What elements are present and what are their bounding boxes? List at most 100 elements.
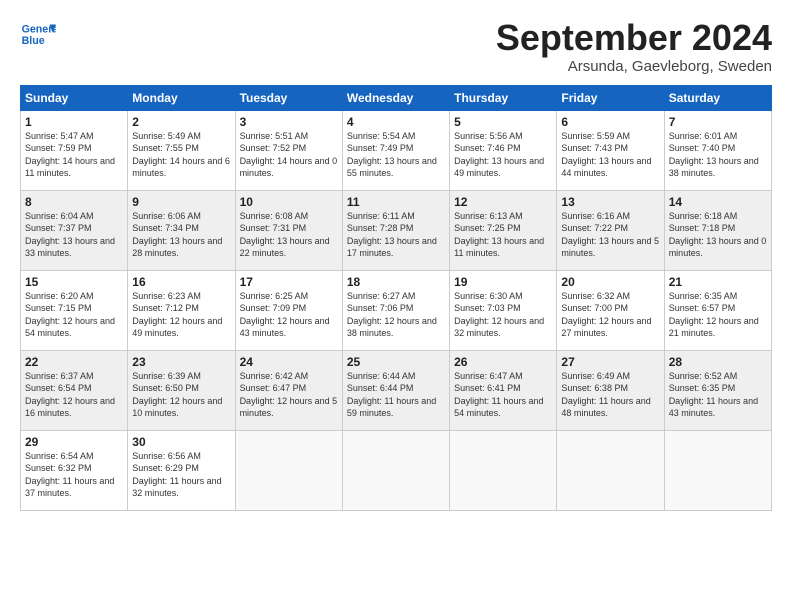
day-info: Sunrise: 6:44 AMSunset: 6:44 PMDaylight:… bbox=[347, 371, 436, 419]
day-cell: 22 Sunrise: 6:37 AMSunset: 6:54 PMDaylig… bbox=[21, 350, 128, 430]
day-info: Sunrise: 5:59 AMSunset: 7:43 PMDaylight:… bbox=[561, 131, 651, 179]
day-info: Sunrise: 6:42 AMSunset: 6:47 PMDaylight:… bbox=[240, 371, 338, 419]
week-row-1: 1 Sunrise: 5:47 AMSunset: 7:59 PMDayligh… bbox=[21, 110, 772, 190]
day-number: 29 bbox=[25, 435, 123, 449]
day-info: Sunrise: 5:56 AMSunset: 7:46 PMDaylight:… bbox=[454, 131, 544, 179]
day-number: 27 bbox=[561, 355, 659, 369]
day-cell: 9 Sunrise: 6:06 AMSunset: 7:34 PMDayligh… bbox=[128, 190, 235, 270]
day-cell bbox=[557, 430, 664, 510]
day-info: Sunrise: 6:08 AMSunset: 7:31 PMDaylight:… bbox=[240, 211, 330, 259]
day-info: Sunrise: 6:27 AMSunset: 7:06 PMDaylight:… bbox=[347, 291, 437, 339]
day-info: Sunrise: 5:51 AMSunset: 7:52 PMDaylight:… bbox=[240, 131, 338, 179]
day-number: 4 bbox=[347, 115, 445, 129]
day-cell: 29 Sunrise: 6:54 AMSunset: 6:32 PMDaylig… bbox=[21, 430, 128, 510]
day-cell: 13 Sunrise: 6:16 AMSunset: 7:22 PMDaylig… bbox=[557, 190, 664, 270]
day-number: 5 bbox=[454, 115, 552, 129]
weekday-header-row: Sunday Monday Tuesday Wednesday Thursday… bbox=[21, 85, 772, 110]
day-number: 24 bbox=[240, 355, 338, 369]
day-info: Sunrise: 6:06 AMSunset: 7:34 PMDaylight:… bbox=[132, 211, 222, 259]
day-number: 26 bbox=[454, 355, 552, 369]
day-info: Sunrise: 6:30 AMSunset: 7:03 PMDaylight:… bbox=[454, 291, 544, 339]
day-number: 8 bbox=[25, 195, 123, 209]
day-info: Sunrise: 6:01 AMSunset: 7:40 PMDaylight:… bbox=[669, 131, 759, 179]
day-cell: 14 Sunrise: 6:18 AMSunset: 7:18 PMDaylig… bbox=[664, 190, 771, 270]
month-title: September 2024 bbox=[496, 18, 772, 58]
day-number: 13 bbox=[561, 195, 659, 209]
day-cell: 16 Sunrise: 6:23 AMSunset: 7:12 PMDaylig… bbox=[128, 270, 235, 350]
week-row-2: 8 Sunrise: 6:04 AMSunset: 7:37 PMDayligh… bbox=[21, 190, 772, 270]
header-saturday: Saturday bbox=[664, 85, 771, 110]
day-cell: 15 Sunrise: 6:20 AMSunset: 7:15 PMDaylig… bbox=[21, 270, 128, 350]
day-cell: 7 Sunrise: 6:01 AMSunset: 7:40 PMDayligh… bbox=[664, 110, 771, 190]
day-info: Sunrise: 6:04 AMSunset: 7:37 PMDaylight:… bbox=[25, 211, 115, 259]
day-info: Sunrise: 6:16 AMSunset: 7:22 PMDaylight:… bbox=[561, 211, 659, 259]
day-number: 30 bbox=[132, 435, 230, 449]
day-cell: 10 Sunrise: 6:08 AMSunset: 7:31 PMDaylig… bbox=[235, 190, 342, 270]
day-cell: 17 Sunrise: 6:25 AMSunset: 7:09 PMDaylig… bbox=[235, 270, 342, 350]
day-cell: 4 Sunrise: 5:54 AMSunset: 7:49 PMDayligh… bbox=[342, 110, 449, 190]
week-row-4: 22 Sunrise: 6:37 AMSunset: 6:54 PMDaylig… bbox=[21, 350, 772, 430]
day-cell: 20 Sunrise: 6:32 AMSunset: 7:00 PMDaylig… bbox=[557, 270, 664, 350]
day-number: 21 bbox=[669, 275, 767, 289]
header-wednesday: Wednesday bbox=[342, 85, 449, 110]
svg-text:Blue: Blue bbox=[22, 35, 45, 47]
day-number: 1 bbox=[25, 115, 123, 129]
day-cell: 21 Sunrise: 6:35 AMSunset: 6:57 PMDaylig… bbox=[664, 270, 771, 350]
day-cell bbox=[664, 430, 771, 510]
page: General Blue September 2024 Arsunda, Gae… bbox=[0, 0, 792, 612]
day-info: Sunrise: 5:47 AMSunset: 7:59 PMDaylight:… bbox=[25, 131, 115, 179]
day-number: 25 bbox=[347, 355, 445, 369]
day-number: 10 bbox=[240, 195, 338, 209]
day-number: 9 bbox=[132, 195, 230, 209]
day-number: 23 bbox=[132, 355, 230, 369]
location-title: Arsunda, Gaevleborg, Sweden bbox=[496, 58, 772, 75]
day-cell: 1 Sunrise: 5:47 AMSunset: 7:59 PMDayligh… bbox=[21, 110, 128, 190]
day-cell: 27 Sunrise: 6:49 AMSunset: 6:38 PMDaylig… bbox=[557, 350, 664, 430]
logo-icon: General Blue bbox=[20, 18, 56, 54]
day-info: Sunrise: 5:49 AMSunset: 7:55 PMDaylight:… bbox=[132, 131, 230, 179]
day-number: 12 bbox=[454, 195, 552, 209]
header-tuesday: Tuesday bbox=[235, 85, 342, 110]
day-number: 16 bbox=[132, 275, 230, 289]
day-info: Sunrise: 6:13 AMSunset: 7:25 PMDaylight:… bbox=[454, 211, 544, 259]
header-friday: Friday bbox=[557, 85, 664, 110]
week-row-5: 29 Sunrise: 6:54 AMSunset: 6:32 PMDaylig… bbox=[21, 430, 772, 510]
day-cell: 23 Sunrise: 6:39 AMSunset: 6:50 PMDaylig… bbox=[128, 350, 235, 430]
day-info: Sunrise: 6:39 AMSunset: 6:50 PMDaylight:… bbox=[132, 371, 222, 419]
day-cell: 8 Sunrise: 6:04 AMSunset: 7:37 PMDayligh… bbox=[21, 190, 128, 270]
day-info: Sunrise: 6:32 AMSunset: 7:00 PMDaylight:… bbox=[561, 291, 651, 339]
day-info: Sunrise: 6:11 AMSunset: 7:28 PMDaylight:… bbox=[347, 211, 437, 259]
calendar-table: Sunday Monday Tuesday Wednesday Thursday… bbox=[20, 85, 772, 511]
day-info: Sunrise: 6:49 AMSunset: 6:38 PMDaylight:… bbox=[561, 371, 650, 419]
day-info: Sunrise: 5:54 AMSunset: 7:49 PMDaylight:… bbox=[347, 131, 437, 179]
day-number: 3 bbox=[240, 115, 338, 129]
day-number: 19 bbox=[454, 275, 552, 289]
day-info: Sunrise: 6:23 AMSunset: 7:12 PMDaylight:… bbox=[132, 291, 222, 339]
day-number: 11 bbox=[347, 195, 445, 209]
day-cell: 19 Sunrise: 6:30 AMSunset: 7:03 PMDaylig… bbox=[450, 270, 557, 350]
day-info: Sunrise: 6:18 AMSunset: 7:18 PMDaylight:… bbox=[669, 211, 767, 259]
header: General Blue September 2024 Arsunda, Gae… bbox=[20, 18, 772, 75]
day-cell: 6 Sunrise: 5:59 AMSunset: 7:43 PMDayligh… bbox=[557, 110, 664, 190]
day-info: Sunrise: 6:52 AMSunset: 6:35 PMDaylight:… bbox=[669, 371, 758, 419]
header-sunday: Sunday bbox=[21, 85, 128, 110]
day-info: Sunrise: 6:54 AMSunset: 6:32 PMDaylight:… bbox=[25, 451, 114, 499]
day-cell bbox=[342, 430, 449, 510]
day-cell bbox=[450, 430, 557, 510]
day-cell: 28 Sunrise: 6:52 AMSunset: 6:35 PMDaylig… bbox=[664, 350, 771, 430]
day-cell: 30 Sunrise: 6:56 AMSunset: 6:29 PMDaylig… bbox=[128, 430, 235, 510]
day-cell: 12 Sunrise: 6:13 AMSunset: 7:25 PMDaylig… bbox=[450, 190, 557, 270]
day-number: 28 bbox=[669, 355, 767, 369]
day-number: 15 bbox=[25, 275, 123, 289]
day-info: Sunrise: 6:37 AMSunset: 6:54 PMDaylight:… bbox=[25, 371, 115, 419]
day-info: Sunrise: 6:25 AMSunset: 7:09 PMDaylight:… bbox=[240, 291, 330, 339]
header-thursday: Thursday bbox=[450, 85, 557, 110]
day-number: 18 bbox=[347, 275, 445, 289]
day-info: Sunrise: 6:56 AMSunset: 6:29 PMDaylight:… bbox=[132, 451, 221, 499]
title-block: September 2024 Arsunda, Gaevleborg, Swed… bbox=[496, 18, 772, 75]
day-cell: 2 Sunrise: 5:49 AMSunset: 7:55 PMDayligh… bbox=[128, 110, 235, 190]
day-number: 22 bbox=[25, 355, 123, 369]
day-cell: 26 Sunrise: 6:47 AMSunset: 6:41 PMDaylig… bbox=[450, 350, 557, 430]
day-number: 2 bbox=[132, 115, 230, 129]
week-row-3: 15 Sunrise: 6:20 AMSunset: 7:15 PMDaylig… bbox=[21, 270, 772, 350]
